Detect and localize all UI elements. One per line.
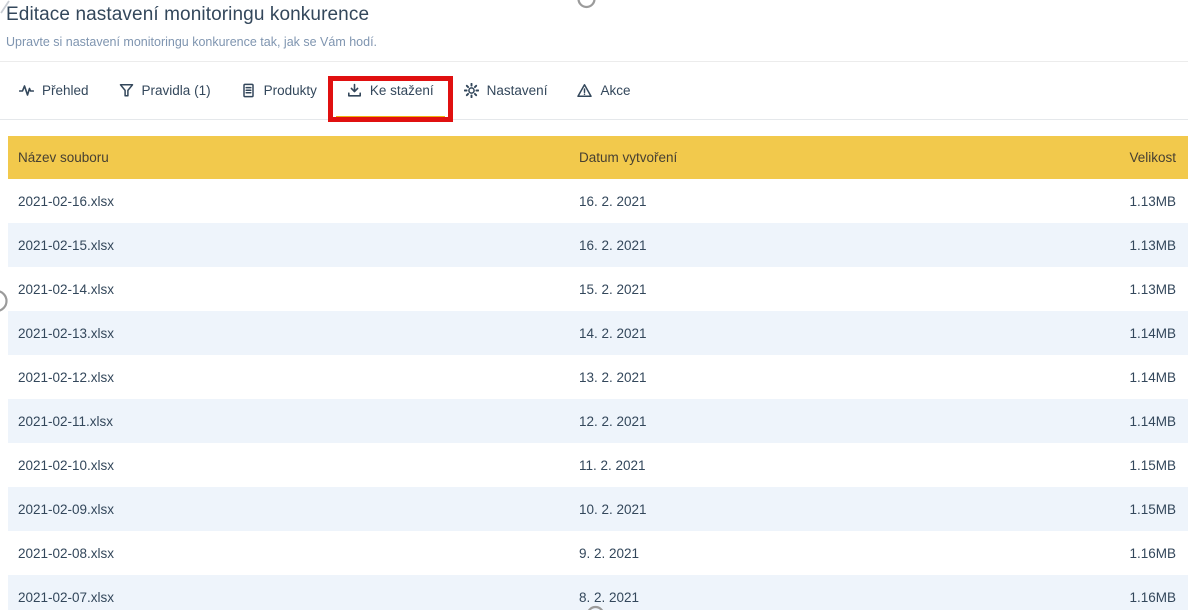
file-name: 2021-02-07.xlsx [8, 590, 569, 605]
file-name: 2021-02-14.xlsx [8, 282, 569, 297]
table-row[interactable]: 2021-02-08.xlsx 9. 2. 2021 1.16MB [8, 531, 1188, 575]
table-row[interactable]: 2021-02-11.xlsx 12. 2. 2021 1.14MB [8, 399, 1188, 443]
tab-label: Nastavení [487, 83, 548, 98]
column-header-filename: Název souboru [8, 150, 569, 165]
page-subtitle: Upravte si nastavení monitoringu konkure… [6, 35, 1188, 49]
products-list-icon [241, 83, 256, 98]
tab-pravidla[interactable]: Pravidla (1) [108, 62, 222, 119]
file-size: 1.14MB [1058, 414, 1188, 429]
file-name: 2021-02-11.xlsx [8, 414, 569, 429]
file-size: 1.16MB [1058, 590, 1188, 605]
file-date: 8. 2. 2021 [569, 590, 1058, 605]
file-date: 13. 2. 2021 [569, 370, 1058, 385]
gear-icon [464, 83, 479, 98]
tab-bar: Přehled Pravidla (1) Produkty [0, 62, 1188, 120]
file-size: 1.14MB [1058, 370, 1188, 385]
file-name: 2021-02-13.xlsx [8, 326, 569, 341]
table-row[interactable]: 2021-02-14.xlsx 15. 2. 2021 1.13MB [8, 267, 1188, 311]
file-size: 1.15MB [1058, 458, 1188, 473]
tab-label: Akce [600, 83, 630, 98]
file-date: 10. 2. 2021 [569, 502, 1058, 517]
table-row[interactable]: 2021-02-10.xlsx 11. 2. 2021 1.15MB [8, 443, 1188, 487]
column-header-size: Velikost [1058, 150, 1188, 165]
filter-icon [119, 83, 134, 98]
table-row[interactable]: 2021-02-16.xlsx 16. 2. 2021 1.13MB [8, 179, 1188, 223]
file-date: 14. 2. 2021 [569, 326, 1058, 341]
file-name: 2021-02-16.xlsx [8, 194, 569, 209]
table-row[interactable]: 2021-02-13.xlsx 14. 2. 2021 1.14MB [8, 311, 1188, 355]
tab-akce[interactable]: Akce [566, 62, 641, 119]
file-name: 2021-02-09.xlsx [8, 502, 569, 517]
file-size: 1.14MB [1058, 326, 1188, 341]
tab-label: Přehled [42, 83, 89, 98]
tab-label: Produkty [264, 83, 317, 98]
table-row[interactable]: 2021-02-15.xlsx 16. 2. 2021 1.13MB [8, 223, 1188, 267]
table-header-row: Název souboru Datum vytvoření Velikost [8, 136, 1188, 179]
file-name: 2021-02-12.xlsx [8, 370, 569, 385]
file-date: 9. 2. 2021 [569, 546, 1058, 561]
page-title: Editace nastavení monitoringu konkurence [6, 4, 1188, 26]
activity-icon [19, 83, 34, 98]
table-row[interactable]: 2021-02-09.xlsx 10. 2. 2021 1.15MB [8, 487, 1188, 531]
file-name: 2021-02-08.xlsx [8, 546, 569, 561]
file-name: 2021-02-10.xlsx [8, 458, 569, 473]
tab-label: Ke stažení [370, 83, 434, 98]
tab-prehled[interactable]: Přehled [8, 62, 100, 119]
file-size: 1.16MB [1058, 546, 1188, 561]
tab-produkty[interactable]: Produkty [230, 62, 328, 119]
page-header: Editace nastavení monitoringu konkurence… [0, 0, 1188, 62]
file-date: 15. 2. 2021 [569, 282, 1058, 297]
file-size: 1.15MB [1058, 502, 1188, 517]
file-date: 16. 2. 2021 [569, 238, 1058, 253]
file-date: 16. 2. 2021 [569, 194, 1058, 209]
tab-nastaveni[interactable]: Nastavení [453, 62, 559, 119]
tab-label: Pravidla (1) [142, 83, 211, 98]
download-icon [347, 83, 362, 98]
warning-icon [577, 83, 592, 98]
file-date: 11. 2. 2021 [569, 458, 1058, 473]
file-size: 1.13MB [1058, 238, 1188, 253]
column-header-date: Datum vytvoření [569, 150, 1058, 165]
file-size: 1.13MB [1058, 282, 1188, 297]
tab-ke-stazeni[interactable]: Ke stažení [336, 62, 445, 119]
table-row[interactable]: 2021-02-12.xlsx 13. 2. 2021 1.14MB [8, 355, 1188, 399]
file-name: 2021-02-15.xlsx [8, 238, 569, 253]
downloads-table: Název souboru Datum vytvoření Velikost 2… [8, 136, 1188, 610]
table-row[interactable]: 2021-02-07.xlsx 8. 2. 2021 1.16MB [8, 575, 1188, 610]
file-size: 1.13MB [1058, 194, 1188, 209]
file-date: 12. 2. 2021 [569, 414, 1058, 429]
